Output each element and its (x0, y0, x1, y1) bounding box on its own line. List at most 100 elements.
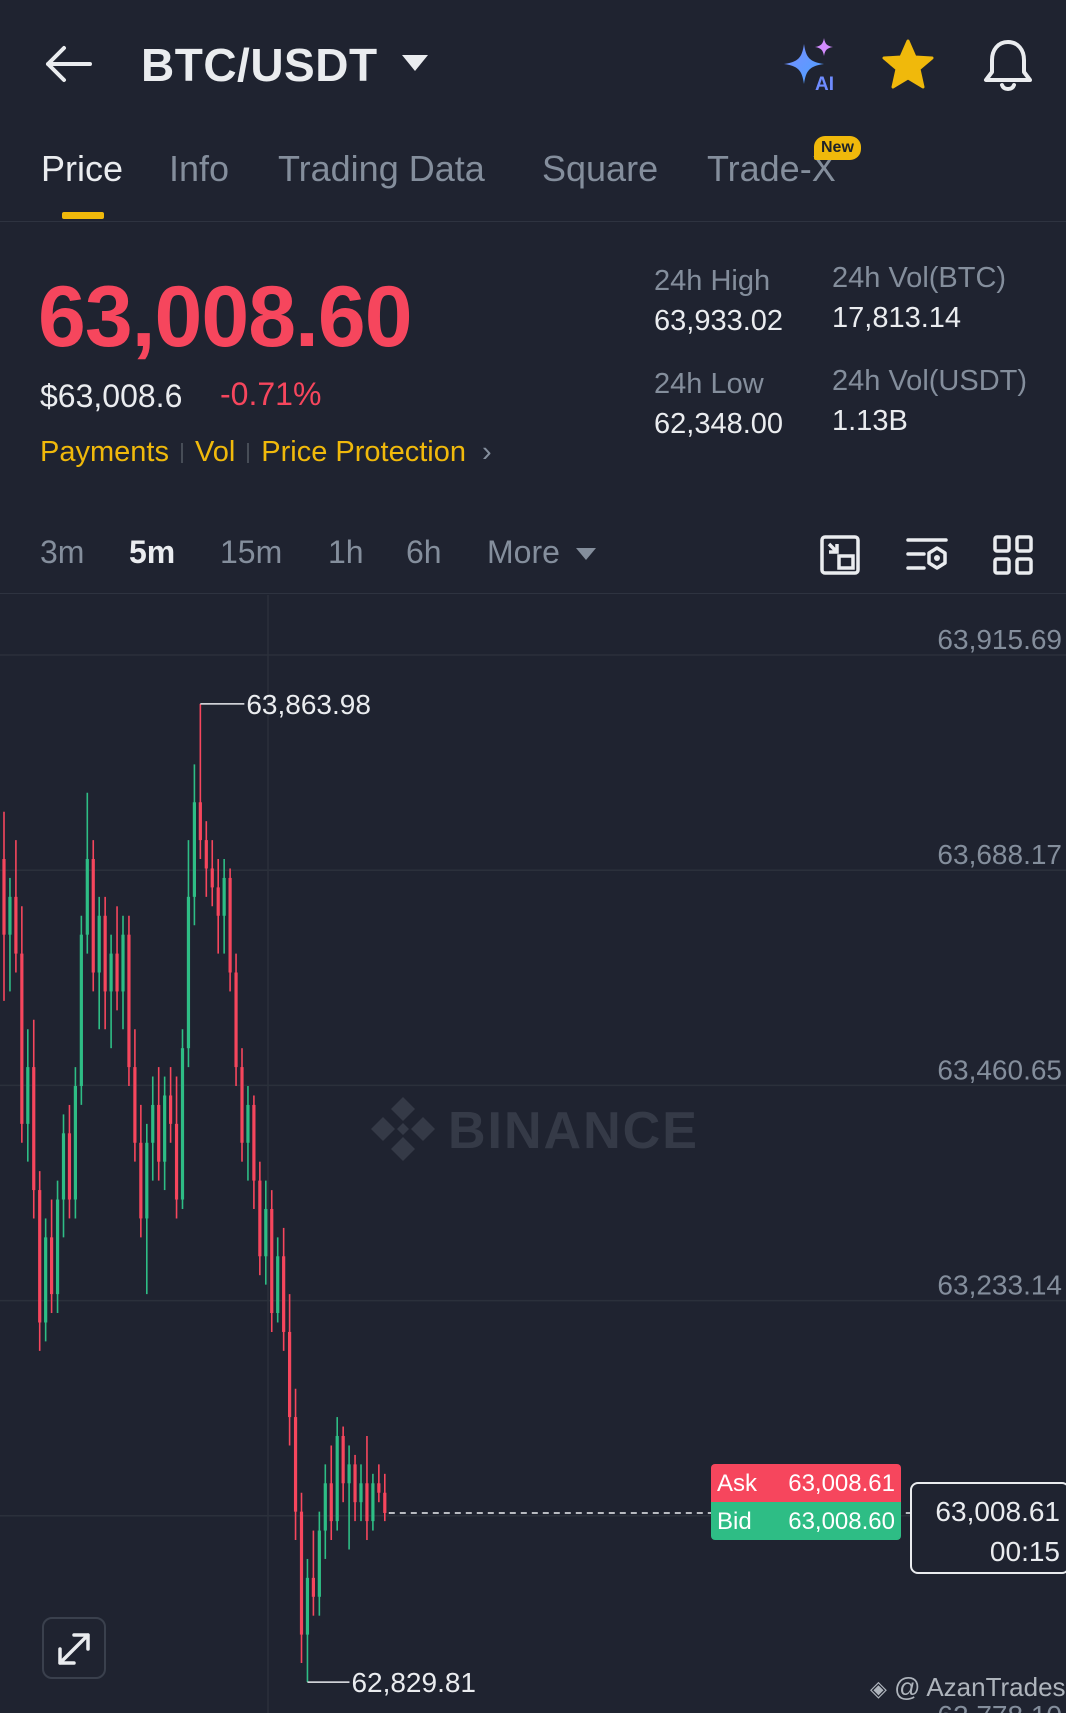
candle-body (115, 953, 119, 992)
interval-6h[interactable]: 6h (406, 534, 442, 571)
candle-body (157, 1104, 161, 1162)
tag-vol[interactable]: Vol (195, 436, 235, 468)
high-low-markers: 63,863.98 62,829.81 (200, 689, 476, 1698)
candle-body (329, 1483, 333, 1522)
chart-fullscreen-toggle-icon[interactable] (817, 532, 863, 578)
candle-body (365, 1483, 369, 1522)
price-tags: Payments Vol Price Protection › (40, 436, 492, 469)
candle-body (276, 1256, 280, 1314)
candle-body (347, 1464, 351, 1484)
candle-body (246, 1104, 250, 1143)
candle-body (323, 1483, 327, 1531)
candle-body (204, 840, 208, 869)
candle-body (20, 953, 24, 1124)
tab-info[interactable]: Info (169, 148, 229, 190)
candle-body (377, 1483, 381, 1493)
price-chart[interactable]: BINANCE 63,915.69 63,688.17 63,460.65 63,23… (0, 595, 1066, 1713)
candle-body (198, 802, 202, 841)
stat-24h-vol-usdt-label: 24h Vol(USDT) (832, 365, 1028, 397)
candle-body (32, 1067, 36, 1191)
interval-3m[interactable]: 3m (40, 534, 84, 571)
bell-icon[interactable] (980, 36, 1036, 92)
candle-body (109, 953, 113, 992)
top-bar: BTC/USDT AI (0, 0, 1066, 130)
candle-body (79, 934, 83, 1087)
ask-value: 63,008.61 (788, 1470, 895, 1497)
last-price: 63,008.60 (38, 269, 413, 365)
tag-separator (247, 443, 250, 464)
candle-body (258, 1180, 262, 1257)
caret-down-icon[interactable] (575, 546, 597, 562)
expand-chart-button[interactable] (42, 1617, 106, 1679)
candle-body (341, 1435, 345, 1484)
candle-body (311, 1577, 315, 1597)
binance-logo-icon: ◈ (870, 1676, 887, 1701)
interval-5m[interactable]: 5m (129, 534, 175, 571)
tag-payments[interactable]: Payments (40, 436, 169, 468)
candle-body (26, 1067, 30, 1124)
candle-body (145, 1142, 149, 1219)
price-change-percent: -0.71% (220, 376, 322, 412)
candle-body (151, 1104, 155, 1143)
watermark-text: BINANCE (448, 1102, 699, 1160)
candle-body (169, 1095, 173, 1124)
grid-layout-icon[interactable] (990, 532, 1036, 578)
tab-trading-data[interactable]: Trading Data (278, 148, 485, 190)
expand-arrows-icon (58, 1633, 90, 1665)
chart-settings-icon[interactable] (904, 532, 950, 578)
candle-body (38, 1190, 42, 1323)
candle-body (97, 915, 101, 973)
y-axis-label: 63,688.17 (937, 839, 1062, 870)
current-price-value: 63,008.61 (935, 1496, 1060, 1527)
ask-price-tag: Ask 63,008.61 (711, 1464, 901, 1502)
stat-24h-low-value: 62,348.00 (654, 408, 784, 440)
candles-layer (2, 703, 387, 1683)
low-marker-label: 62,829.81 (351, 1667, 476, 1698)
bid-value: 63,008.60 (788, 1508, 895, 1535)
tab-square[interactable]: Square (542, 148, 658, 190)
chevron-right-icon[interactable]: › (482, 436, 492, 468)
interval-1h[interactable]: 1h (328, 534, 364, 571)
caret-down-icon[interactable] (400, 52, 430, 74)
candle-body (216, 887, 220, 916)
candle-body (91, 859, 95, 973)
candle-body (2, 859, 6, 935)
candle-body (383, 1492, 387, 1513)
interval-15m[interactable]: 15m (220, 534, 282, 571)
candle-body (186, 896, 191, 1049)
candle-body (293, 1417, 298, 1512)
tab-price[interactable]: Price (41, 148, 123, 190)
ai-label: AI (815, 74, 834, 94)
star-icon[interactable] (880, 38, 936, 92)
current-price-box[interactable]: 63,008.61 00:15 (910, 1482, 1066, 1574)
candle-body (180, 1048, 185, 1200)
interval-more[interactable]: More (487, 534, 560, 571)
candle-body (8, 896, 12, 935)
usd-price: $63,008.6 (40, 378, 183, 414)
back-arrow-icon[interactable] (40, 40, 96, 88)
candle-body (139, 1142, 143, 1219)
candle-body (174, 1123, 179, 1200)
interval-selector: 3m 5m 15m 1h 6h More (0, 522, 1066, 594)
new-badge: New (814, 136, 861, 160)
candle-body (264, 1208, 268, 1257)
ai-sparkle-icon[interactable]: AI (782, 36, 842, 94)
candle-body (103, 915, 107, 992)
candle-body (55, 1199, 60, 1295)
stat-24h-high-value: 63,933.02 (654, 305, 784, 337)
y-axis-label: 63,233.14 (937, 1270, 1062, 1301)
candle-body (192, 802, 196, 897)
candle-body (252, 1104, 256, 1181)
stat-24h-vol-btc-value: 17,813.14 (832, 302, 962, 334)
tag-price-protection[interactable]: Price Protection (261, 436, 466, 468)
candlestick-chart-svg[interactable]: BINANCE 63,915.69 63,688.17 63,460.65 63,23… (0, 595, 1066, 1713)
y-axis-label: 63,460.65 (937, 1054, 1062, 1085)
candle-body (335, 1435, 339, 1522)
high-marker-label: 63,863.98 (246, 689, 371, 720)
candle-body (228, 877, 232, 973)
stat-24h-low-label: 24h Low (654, 368, 764, 400)
candle-body (133, 1067, 137, 1143)
y-axis-label: 63,915.69 (937, 624, 1062, 655)
trading-pair-title[interactable]: BTC/USDT (141, 38, 378, 92)
candle-body (50, 1237, 54, 1295)
